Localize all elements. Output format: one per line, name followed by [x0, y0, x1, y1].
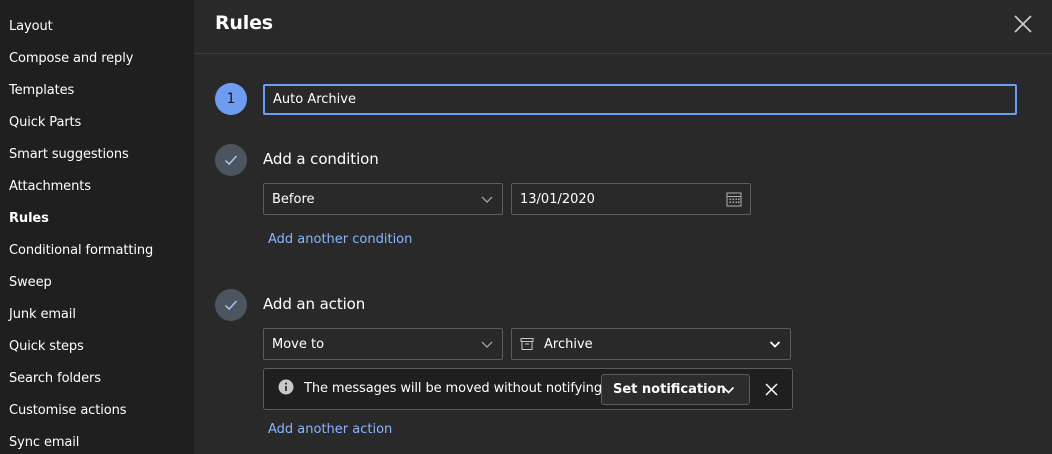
sidebar-item-label: Sync email — [9, 434, 80, 450]
checkmark-icon — [224, 155, 238, 166]
chevron-down-icon — [769, 341, 781, 348]
condition-type-dropdown[interactable]: Before — [263, 183, 503, 215]
sidebar-item-label: Templates — [9, 82, 75, 98]
condition-type-value: Before — [272, 191, 315, 207]
sidebar-item-search-folders[interactable]: Search folders — [9, 362, 189, 394]
sidebar-item-label: Rules — [9, 210, 49, 226]
condition-date-picker[interactable]: 13/01/2020 — [511, 183, 751, 215]
sidebar-item-label: Quick steps — [9, 338, 84, 354]
step-number-badge: 1 — [215, 83, 247, 115]
close-icon — [764, 382, 778, 396]
action-check-badge — [215, 289, 247, 321]
sidebar-item-sweep[interactable]: Sweep — [9, 266, 189, 298]
chevron-down-icon — [481, 341, 493, 348]
action-type-value: Move to — [272, 336, 325, 352]
action-type-dropdown[interactable]: Move to — [263, 328, 503, 360]
action-section-title: Add an action — [263, 295, 366, 313]
page-title: Rules — [215, 12, 273, 34]
add-another-action-link[interactable]: Add another action — [268, 422, 392, 437]
panel-header: Rules — [194, 0, 1052, 54]
rules-panel: Rules 1 Add a condition Before — [194, 0, 1052, 454]
sidebar-item-label: Sweep — [9, 274, 52, 290]
sidebar-item-junk-email[interactable]: Junk email — [9, 298, 189, 330]
sidebar-item-rules[interactable]: Rules — [9, 202, 189, 234]
sidebar-item-compose-and-reply[interactable]: Compose and reply — [9, 42, 189, 74]
sidebar-item-label: Quick Parts — [9, 114, 82, 130]
sidebar-item-label: Layout — [9, 18, 53, 34]
sidebar-item-label: Junk email — [9, 306, 76, 322]
settings-sidebar: Layout Compose and reply Templates Quick… — [0, 0, 194, 454]
sidebar-item-smart-suggestions[interactable]: Smart suggestions — [9, 138, 189, 170]
folder-value: Archive — [544, 336, 593, 352]
calendar-icon[interactable] — [726, 191, 742, 207]
condition-date-value: 13/01/2020 — [520, 191, 595, 207]
chevron-down-icon — [722, 386, 735, 394]
dismiss-infobar-button[interactable] — [761, 379, 781, 399]
folder-dropdown[interactable]: Archive — [511, 328, 791, 360]
sidebar-item-label: Smart suggestions — [9, 146, 129, 162]
sidebar-item-label: Customise actions — [9, 402, 127, 418]
sidebar-item-customise-actions[interactable]: Customise actions — [9, 394, 189, 426]
notification-infobar: The messages will be moved without notif… — [263, 368, 793, 410]
checkmark-icon — [224, 300, 238, 311]
settings-window: Layout Compose and reply Templates Quick… — [0, 0, 1052, 454]
sidebar-item-label: Compose and reply — [9, 50, 134, 66]
sidebar-item-templates[interactable]: Templates — [9, 74, 189, 106]
condition-section-title: Add a condition — [263, 150, 379, 168]
sidebar-item-attachments[interactable]: Attachments — [9, 170, 189, 202]
close-button[interactable] — [1010, 11, 1036, 37]
sidebar-item-sync-email[interactable]: Sync email — [9, 426, 189, 454]
rule-name-input[interactable] — [263, 84, 1017, 115]
add-another-condition-link[interactable]: Add another condition — [268, 232, 412, 247]
condition-check-badge — [215, 144, 247, 176]
set-notification-label: Set notification — [613, 382, 726, 397]
close-icon — [1014, 15, 1032, 33]
infobar-message: The messages will be moved without notif… — [304, 381, 606, 396]
set-notification-button[interactable]: Set notification — [601, 374, 750, 405]
sidebar-item-quick-parts[interactable]: Quick Parts — [9, 106, 189, 138]
chevron-down-icon — [481, 196, 493, 203]
sidebar-item-quick-steps[interactable]: Quick steps — [9, 330, 189, 362]
sidebar-item-label: Conditional formatting — [9, 242, 154, 258]
sidebar-item-label: Search folders — [9, 370, 101, 386]
info-icon — [278, 379, 294, 395]
archive-icon — [520, 338, 534, 350]
sidebar-item-conditional-formatting[interactable]: Conditional formatting — [9, 234, 189, 266]
sidebar-item-layout[interactable]: Layout — [9, 10, 189, 42]
sidebar-item-label: Attachments — [9, 178, 91, 194]
